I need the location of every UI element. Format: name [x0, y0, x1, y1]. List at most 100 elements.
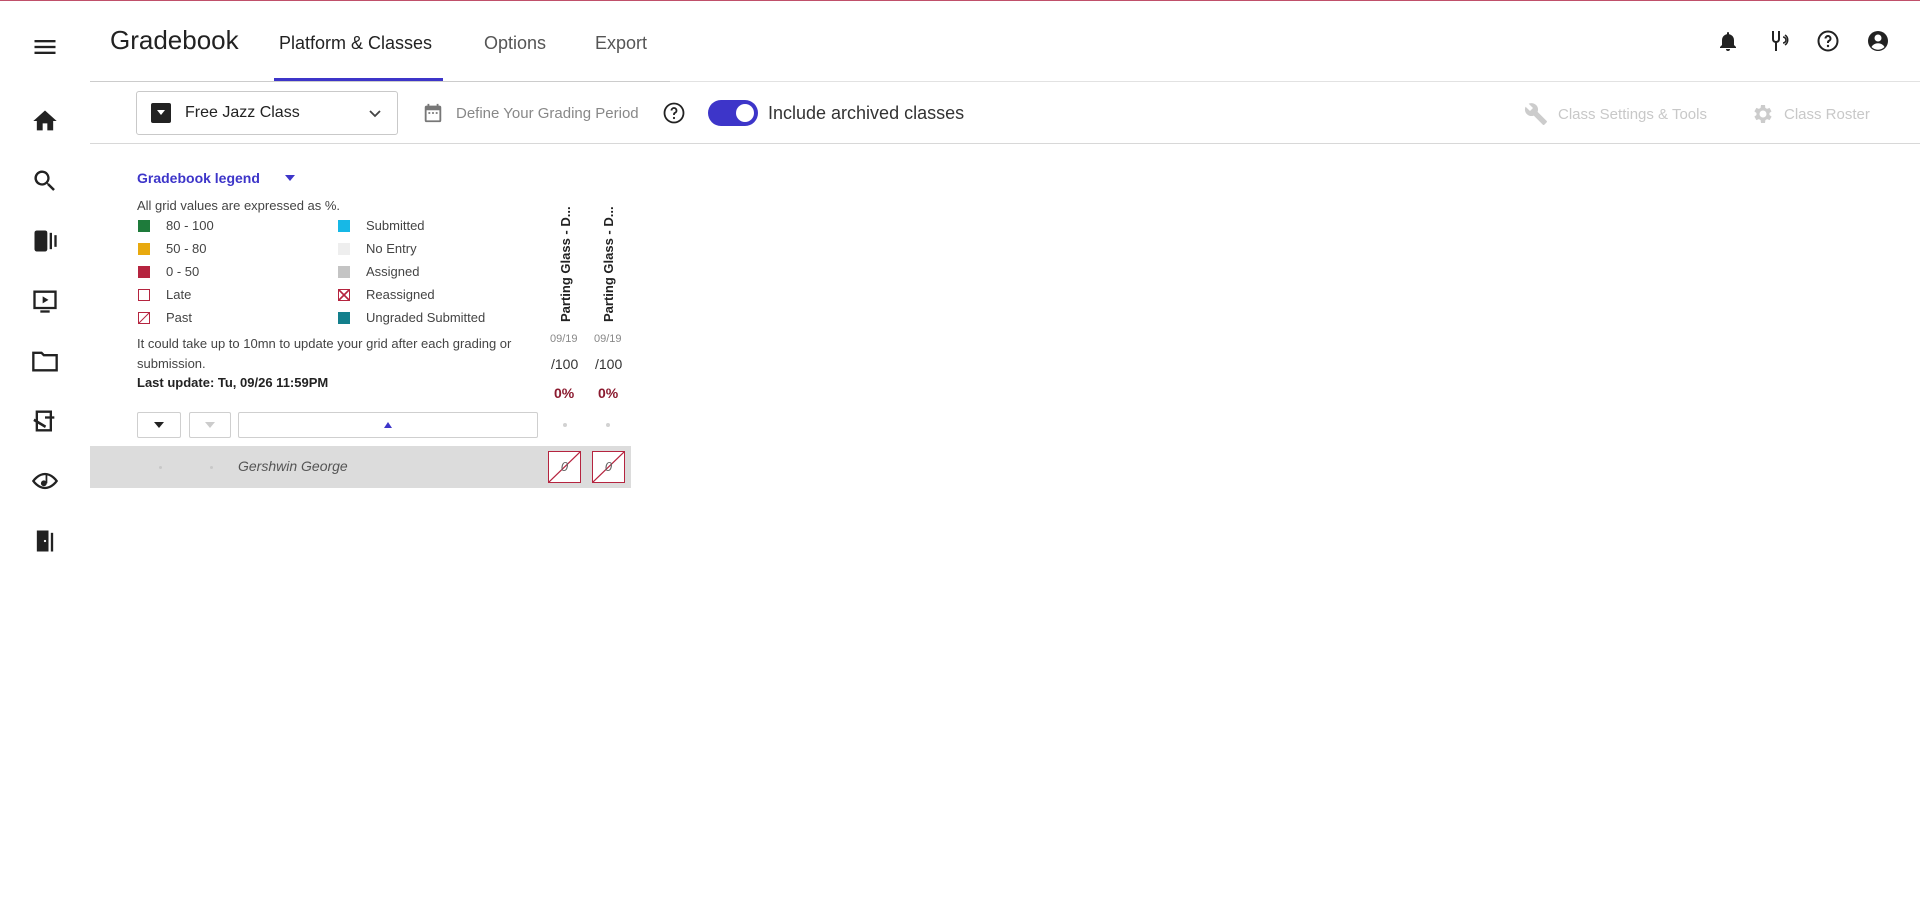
assignment-column-header[interactable]: Parting Glass - D... — [555, 198, 577, 322]
table-row[interactable]: Gershwin George 0 0 — [90, 446, 631, 488]
legend-item-label: Assigned — [366, 264, 420, 279]
assignment-average: 0% — [598, 385, 619, 401]
assignment-average: 0% — [554, 385, 575, 401]
class-roster-button[interactable]: Class Roster — [1750, 102, 1870, 126]
books-icon — [34, 230, 57, 252]
red-swatch-icon — [138, 265, 150, 278]
gradebook-toolbar: Free Jazz Class Define Your Grading Peri… — [90, 82, 1920, 144]
column-dot — [563, 423, 567, 427]
account-button[interactable] — [1866, 29, 1890, 53]
assignment-points: /100 — [551, 356, 579, 372]
caret-down-icon — [154, 422, 164, 428]
nav-home[interactable] — [27, 103, 63, 139]
sort-ascending-icon — [384, 422, 392, 428]
assignment-icon — [33, 410, 55, 432]
caret-down-icon[interactable] — [285, 175, 295, 181]
eye-music-icon — [31, 472, 59, 490]
gray-swatch-icon — [338, 265, 350, 278]
app-title: Gradebook — [110, 25, 239, 55]
left-nav-rail — [0, 1, 90, 912]
legend-item: 50 - 80 — [138, 241, 206, 256]
column-dot — [606, 423, 610, 427]
reassigned-cross-icon — [338, 288, 350, 301]
class-roster-label: Class Roster — [1784, 105, 1870, 123]
legend-item: Submitted — [338, 218, 425, 233]
legend-item: Past — [138, 310, 192, 325]
legend-item-label: No Entry — [366, 241, 417, 256]
wrench-icon — [1524, 103, 1547, 125]
assignment-points: /100 — [595, 356, 623, 372]
update-info-text: It could take up to 10mn to update your … — [137, 336, 512, 371]
nav-video[interactable] — [27, 283, 63, 319]
folder-icon — [32, 351, 58, 372]
search-icon — [34, 170, 55, 191]
menu-button[interactable] — [27, 29, 63, 65]
hamburger-menu-icon — [34, 40, 56, 54]
class-settings-tools-button[interactable]: Class Settings & Tools — [1524, 102, 1707, 126]
legend-item: 0 - 50 — [138, 264, 199, 279]
assignment-title: Parting Glass - D... — [558, 206, 573, 322]
legend-item-label: Past — [166, 310, 193, 325]
legend-item-label: 50 - 80 — [166, 241, 207, 256]
notifications-button[interactable] — [1716, 29, 1740, 53]
status-filter-dropdown[interactable] — [137, 412, 181, 438]
legend-item: Reassigned — [338, 287, 435, 302]
teal-swatch-icon — [338, 311, 350, 324]
help-button[interactable] — [1816, 29, 1840, 53]
legend-item: 80 - 100 — [138, 218, 214, 233]
legend-item-label: 0 - 50 — [166, 264, 200, 279]
legend-note: All grid values are expressed as %. — [137, 198, 341, 213]
legend-item-label: Ungraded Submitted — [366, 310, 486, 325]
past-slash-icon — [138, 311, 150, 324]
assignment-column-header[interactable]: Parting Glass - D... — [598, 198, 620, 322]
legend-item: Ungraded Submitted — [338, 310, 485, 325]
assignment-date: 09/19 — [550, 333, 578, 345]
tab-export[interactable]: Export — [595, 33, 647, 54]
assignment-date: 09/19 — [594, 333, 622, 345]
define-grading-period-button[interactable]: Define Your Grading Period — [422, 102, 639, 124]
secondary-filter-dropdown[interactable] — [189, 412, 231, 438]
include-archived-toggle[interactable] — [708, 100, 758, 126]
row-dot — [159, 466, 162, 469]
legend-item: No Entry — [338, 241, 417, 256]
tuning-fork-icon — [1771, 31, 1789, 51]
chevron-down-icon — [369, 110, 381, 118]
home-icon — [33, 110, 57, 131]
tuner-button[interactable] — [1766, 29, 1790, 53]
calendar-icon — [424, 103, 442, 123]
archive-box-icon — [151, 103, 171, 123]
gradebook-legend-toggle[interactable]: Gradebook legend — [137, 170, 260, 186]
legend-item-label: Submitted — [366, 218, 425, 233]
include-archived-label: Include archived classes — [768, 103, 965, 123]
tab-platform-classes[interactable]: Platform & Classes — [279, 33, 432, 54]
grading-period-label: Define Your Grading Period — [456, 104, 639, 122]
late-outline-icon — [138, 288, 150, 301]
class-settings-label: Class Settings & Tools — [1558, 105, 1707, 123]
cyan-swatch-icon — [338, 219, 350, 232]
nav-library[interactable] — [27, 223, 63, 259]
legend-item-label: 80 - 100 — [166, 218, 214, 233]
video-icon — [33, 290, 57, 313]
legend-item-label: Late — [166, 287, 192, 302]
app-header: Gradebook Platform & Classes Options Exp… — [90, 1, 1920, 82]
gear-icon — [1754, 105, 1772, 123]
door-exit-icon — [36, 530, 54, 552]
grade-cell-past[interactable]: 0 — [548, 451, 581, 483]
nav-logout[interactable] — [27, 523, 63, 559]
nav-listen[interactable] — [27, 463, 63, 499]
class-select[interactable]: Free Jazz Class — [136, 91, 398, 135]
nav-search[interactable] — [27, 163, 63, 199]
student-name[interactable]: Gershwin George — [238, 458, 348, 474]
grade-cell-past[interactable]: 0 — [592, 451, 625, 483]
row-dot — [210, 466, 213, 469]
tab-options[interactable]: Options — [484, 33, 546, 54]
grading-period-help-icon[interactable] — [662, 101, 686, 125]
grade-value: 0 — [560, 459, 569, 474]
light-gray-swatch-icon — [338, 242, 350, 255]
student-name-sort[interactable] — [238, 412, 538, 438]
help-circle-icon — [1817, 30, 1839, 52]
legend-item: Assigned — [338, 264, 419, 279]
nav-assignments[interactable] — [27, 403, 63, 439]
last-update-text: Last update: Tu, 09/26 11:59PM — [137, 375, 329, 390]
nav-folder[interactable] — [27, 343, 63, 379]
